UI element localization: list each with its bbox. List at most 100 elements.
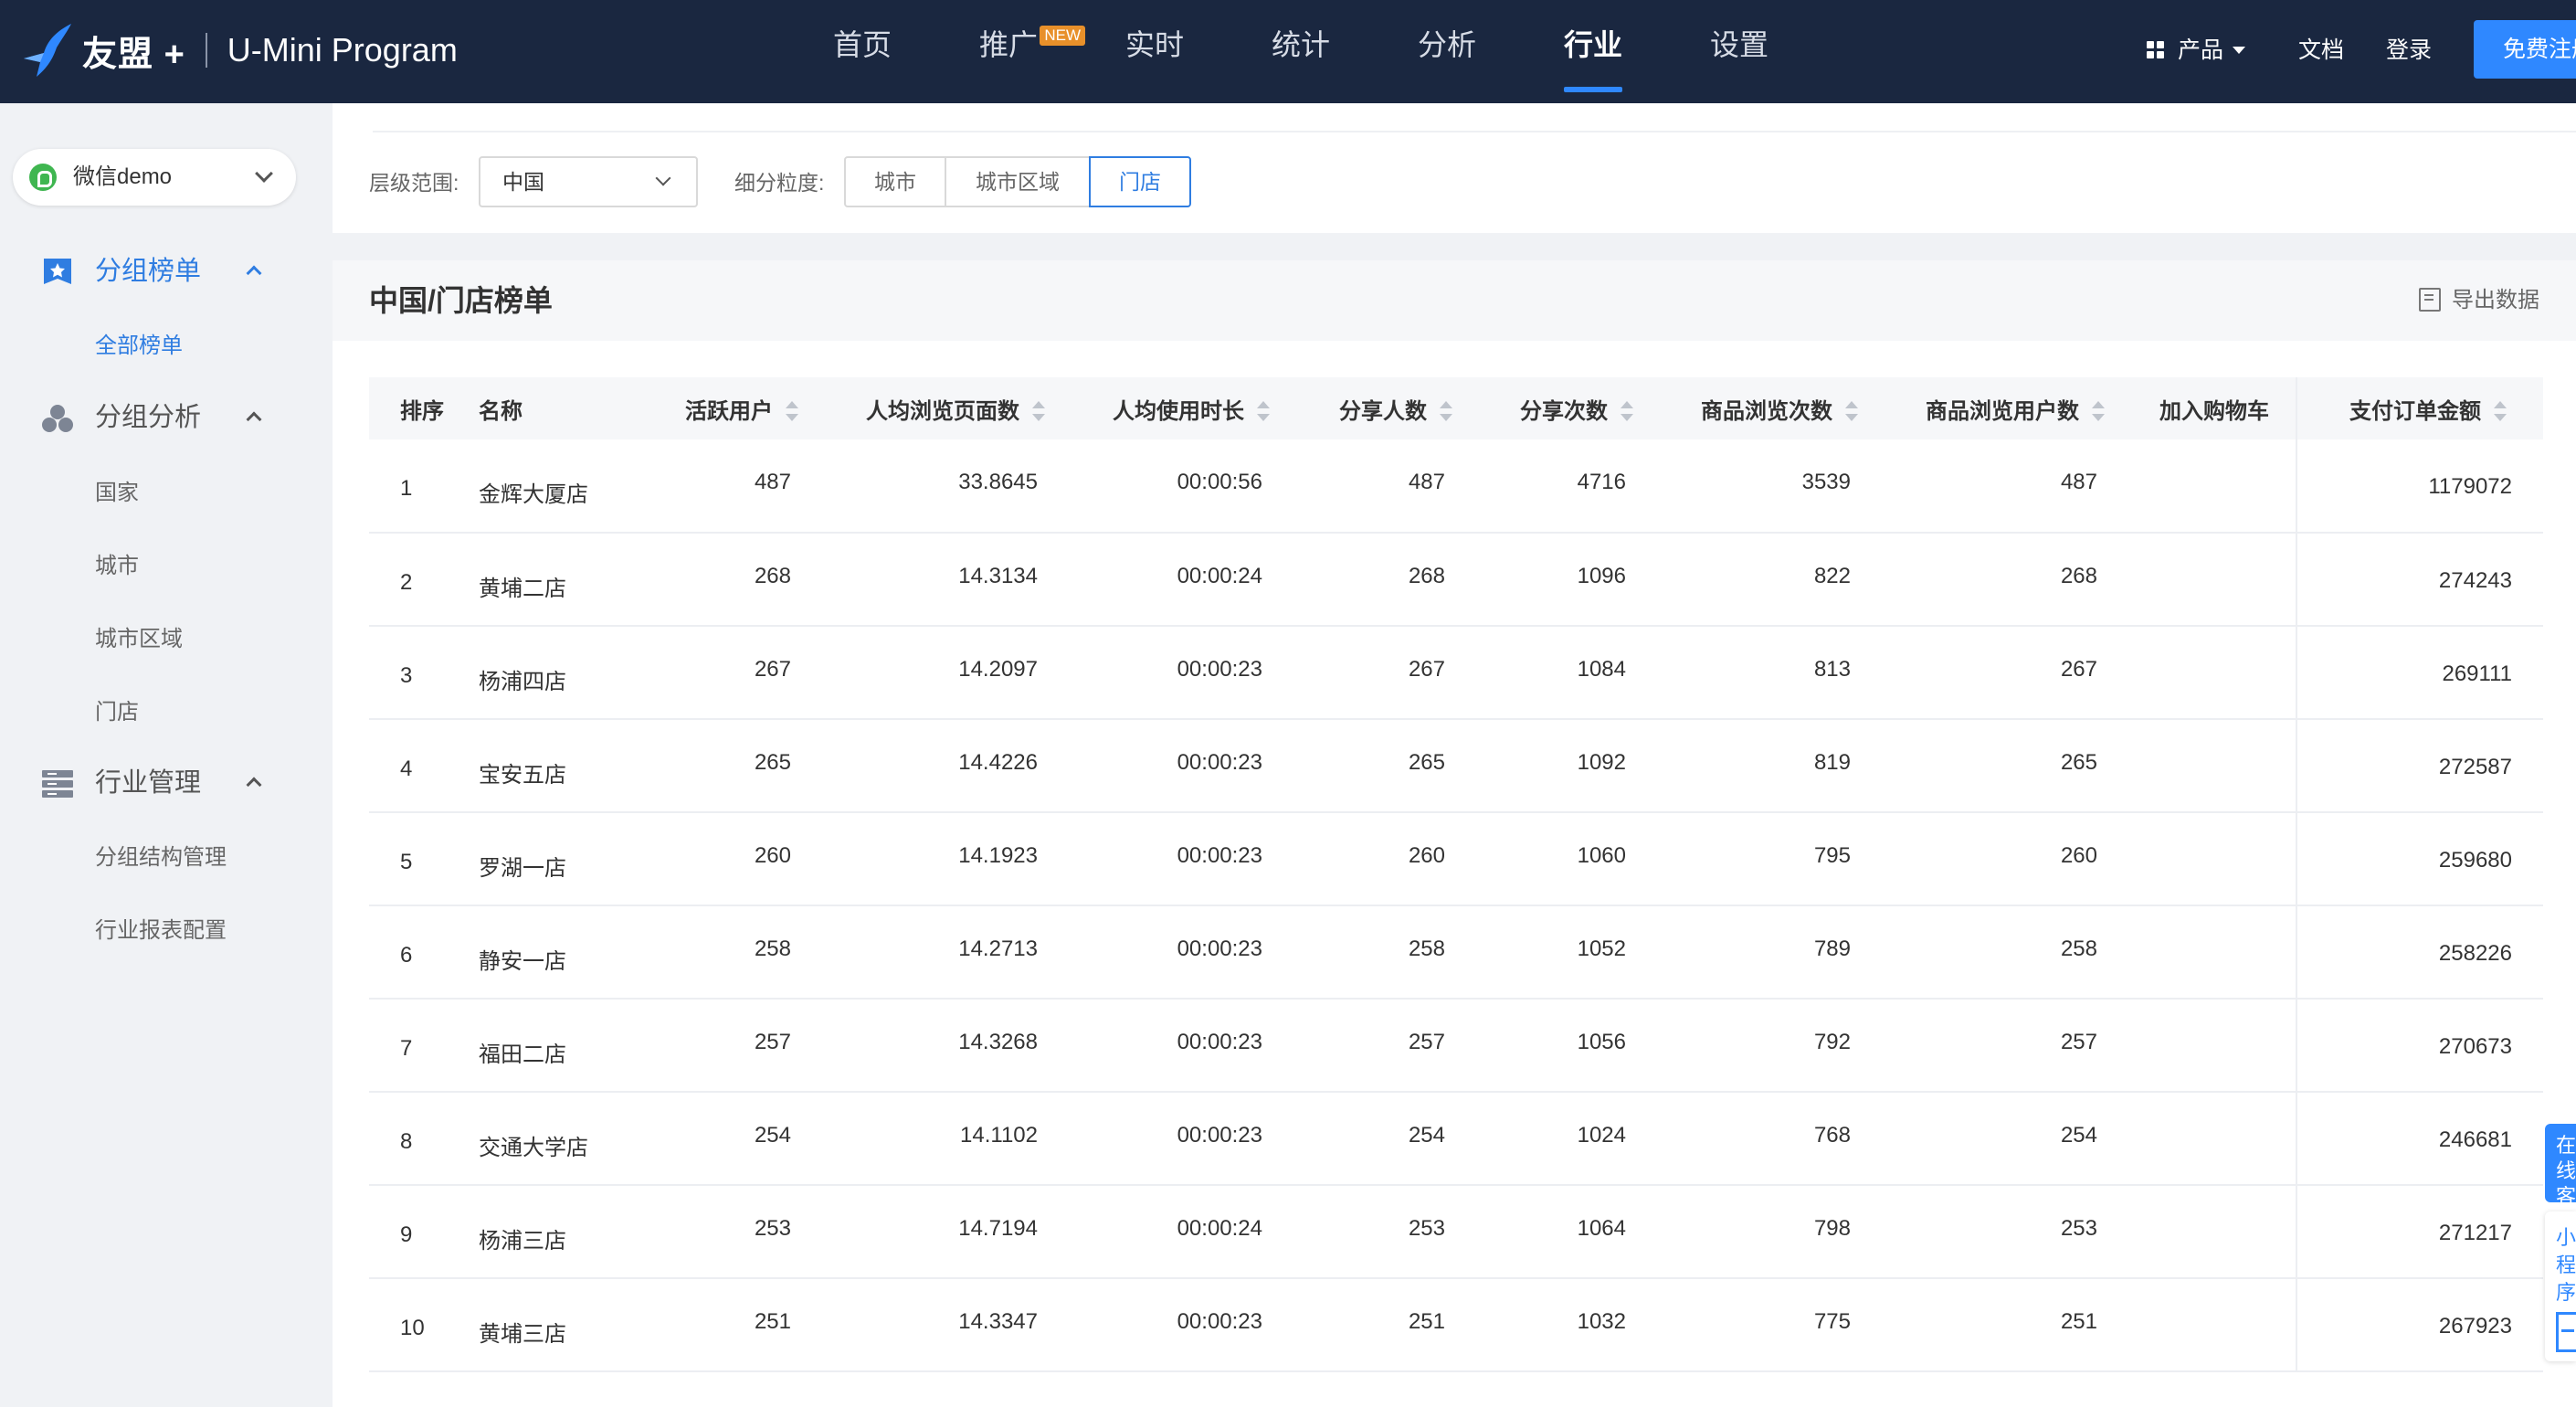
mini-program-icon: [29, 164, 57, 191]
nav-promotion-label: 推广: [979, 28, 1039, 61]
shares-cell: 1064: [1489, 1185, 1670, 1279]
app-selector[interactable]: 微信demo: [13, 149, 296, 206]
nav-realtime[interactable]: 实时: [1125, 0, 1184, 103]
active-users-cell: 260: [661, 812, 835, 906]
rank-cell: 8: [369, 1092, 470, 1186]
nav-promotion[interactable]: 推广 NEW: [979, 0, 1086, 103]
submenu-all-rankings[interactable]: 全部榜单: [95, 328, 183, 365]
pages-per-user-cell: 14.3347: [835, 1278, 1082, 1372]
products-menu[interactable]: 产品: [2147, 0, 2246, 103]
product-viewers-cell: 260: [1895, 812, 2141, 906]
store-name-cell: 金辉大厦店: [470, 439, 661, 534]
menu-group-industry-management[interactable]: 行业管理: [0, 756, 333, 810]
pages-per-user-cell: 14.1102: [835, 1092, 1082, 1186]
export-data-button[interactable]: 导出数据: [2419, 260, 2539, 341]
avg-duration-cell: 00:00:23: [1082, 999, 1306, 1093]
product-name: U-Mini Program: [227, 31, 458, 69]
mini-program-label: 小程序: [2556, 1226, 2576, 1304]
star-badge-icon: [44, 259, 71, 284]
submenu-city[interactable]: 城市: [95, 548, 139, 585]
granularity-city-district[interactable]: 城市区域: [945, 156, 1091, 207]
submenu-city-district[interactable]: 城市区域: [95, 621, 183, 658]
product-viewers-cell: 258: [1895, 905, 2141, 1000]
sort-icon[interactable]: [1032, 399, 1045, 423]
table-row[interactable]: 6 静安一店 258 14.2713 00:00:23 258 1052 789 258 2582…: [369, 905, 2543, 1000]
active-users-cell: 254: [661, 1092, 835, 1186]
brand-name: 友盟 +: [82, 35, 185, 74]
column-header-shares[interactable]: 分享次数: [1489, 377, 1670, 439]
filter-panel: 层级范围: 中国 细分粒度: 城市 城市区域 门店: [333, 103, 2576, 233]
product-views-cell: 3539: [1670, 439, 1895, 534]
online-service-button[interactable]: 在线客服: [2545, 1124, 2576, 1202]
pages-per-user-cell: 14.3268: [835, 999, 1082, 1093]
scope-select[interactable]: 中国: [479, 156, 698, 207]
product-viewers-cell: 251: [1895, 1278, 2141, 1372]
brand-logo[interactable]: 友盟 + U-Mini Program: [20, 18, 458, 82]
table-row[interactable]: 2 黄埔二店 268 14.3134 00:00:24 268 1096 822 268 2742…: [369, 533, 2543, 627]
rank-cell: 6: [369, 905, 470, 1000]
table-row[interactable]: 10 黄埔三店 251 14.3347 00:00:23 251 1032 775 251 267…: [369, 1278, 2543, 1372]
sort-icon[interactable]: [1845, 399, 1858, 423]
sort-icon[interactable]: [2494, 399, 2507, 423]
active-users-cell: 267: [661, 626, 835, 720]
shares-cell: 1056: [1489, 999, 1670, 1093]
pay-amount-cell: 246681: [2296, 1092, 2543, 1186]
submenu-store[interactable]: 门店: [95, 694, 139, 731]
nav-statistics[interactable]: 统计: [1272, 0, 1330, 103]
docs-link[interactable]: 文档: [2298, 0, 2344, 103]
table-row[interactable]: 4 宝安五店 265 14.4226 00:00:23 265 1092 819 265 2725…: [369, 719, 2543, 813]
table-row[interactable]: 5 罗湖一店 260 14.1923 00:00:23 260 1060 795 260 2596…: [369, 812, 2543, 906]
menu-group-analysis[interactable]: 分组分析: [0, 390, 333, 445]
divider: [373, 131, 2576, 132]
nav-analysis[interactable]: 分析: [1418, 0, 1476, 103]
table-row[interactable]: 9 杨浦三店 253 14.7194 00:00:24 253 1064 798 253 2712…: [369, 1185, 2543, 1279]
menu-group-ranking[interactable]: 分组榜单: [0, 244, 333, 299]
product-viewers-cell: 487: [1895, 439, 2141, 534]
mini-program-button[interactable]: 小程序: [2545, 1211, 2576, 1361]
avg-duration-cell: 00:00:23: [1082, 1092, 1306, 1186]
pay-amount-cell: 269111: [2296, 626, 2543, 720]
granularity-city[interactable]: 城市: [844, 156, 946, 207]
product-views-cell: 789: [1670, 905, 1895, 1000]
scope-select-value: 中国: [502, 170, 544, 194]
column-header-product-viewers[interactable]: 商品浏览用户数: [1895, 377, 2141, 439]
qr-code-icon: [2556, 1312, 2576, 1352]
sharers-cell: 487: [1306, 439, 1489, 534]
submenu-report-config[interactable]: 行业报表配置: [95, 913, 227, 949]
column-header-sharers[interactable]: 分享人数: [1306, 377, 1489, 439]
product-viewers-cell: 267: [1895, 626, 2141, 720]
column-header-pay-amount[interactable]: 支付订单金额: [2296, 377, 2543, 439]
column-header-avg-duration[interactable]: 人均使用时长: [1082, 377, 1306, 439]
add-to-cart-cell: [2141, 1278, 2296, 1372]
nav-home[interactable]: 首页: [833, 0, 892, 103]
column-header-add-to-cart[interactable]: 加入购物车: [2141, 377, 2296, 439]
pay-amount-cell: 259680: [2296, 812, 2543, 906]
table-row[interactable]: 3 杨浦四店 267 14.2097 00:00:23 267 1084 813 267 2691…: [369, 626, 2543, 720]
column-header-pages-per-user[interactable]: 人均浏览页面数: [835, 377, 1082, 439]
sort-icon[interactable]: [1257, 399, 1270, 423]
table-row[interactable]: 1 金辉大厦店 487 33.8645 00:00:56 487 4716 3539 487 11…: [369, 439, 2543, 534]
column-header-product-views[interactable]: 商品浏览次数: [1670, 377, 1895, 439]
table-row[interactable]: 7 福田二店 257 14.3268 00:00:23 257 1056 792 257 2706…: [369, 999, 2543, 1093]
sort-icon[interactable]: [1621, 399, 1633, 423]
new-badge: NEW: [1040, 26, 1086, 46]
login-link[interactable]: 登录: [2386, 0, 2432, 103]
avg-duration-cell: 00:00:23: [1082, 719, 1306, 813]
add-to-cart-cell: [2141, 1092, 2296, 1186]
table-row[interactable]: 8 交通大学店 254 14.1102 00:00:23 254 1024 768 254 246…: [369, 1092, 2543, 1186]
submenu-country[interactable]: 国家: [95, 475, 139, 512]
nav-industry[interactable]: 行业: [1564, 0, 1623, 103]
avg-duration-cell: 00:00:24: [1082, 1185, 1306, 1279]
column-header-active-users[interactable]: 活跃用户: [661, 377, 835, 439]
submenu-group-structure[interactable]: 分组结构管理: [95, 840, 227, 876]
free-register-button[interactable]: 免费注册: [2474, 20, 2576, 79]
sort-icon[interactable]: [1440, 399, 1452, 423]
ranking-table: 排序 名称 活跃用户 人均浏览页面数 人均使用时长 分享人数 分享次数 商品浏览…: [369, 377, 2543, 1407]
sort-icon[interactable]: [2092, 399, 2105, 423]
sort-icon[interactable]: [786, 399, 798, 423]
granularity-store[interactable]: 门店: [1089, 156, 1191, 207]
nav-settings[interactable]: 设置: [1710, 0, 1768, 103]
server-icon: [42, 770, 73, 798]
shares-cell: 1084: [1489, 626, 1670, 720]
pay-amount-cell: 1179072: [2296, 439, 2543, 534]
